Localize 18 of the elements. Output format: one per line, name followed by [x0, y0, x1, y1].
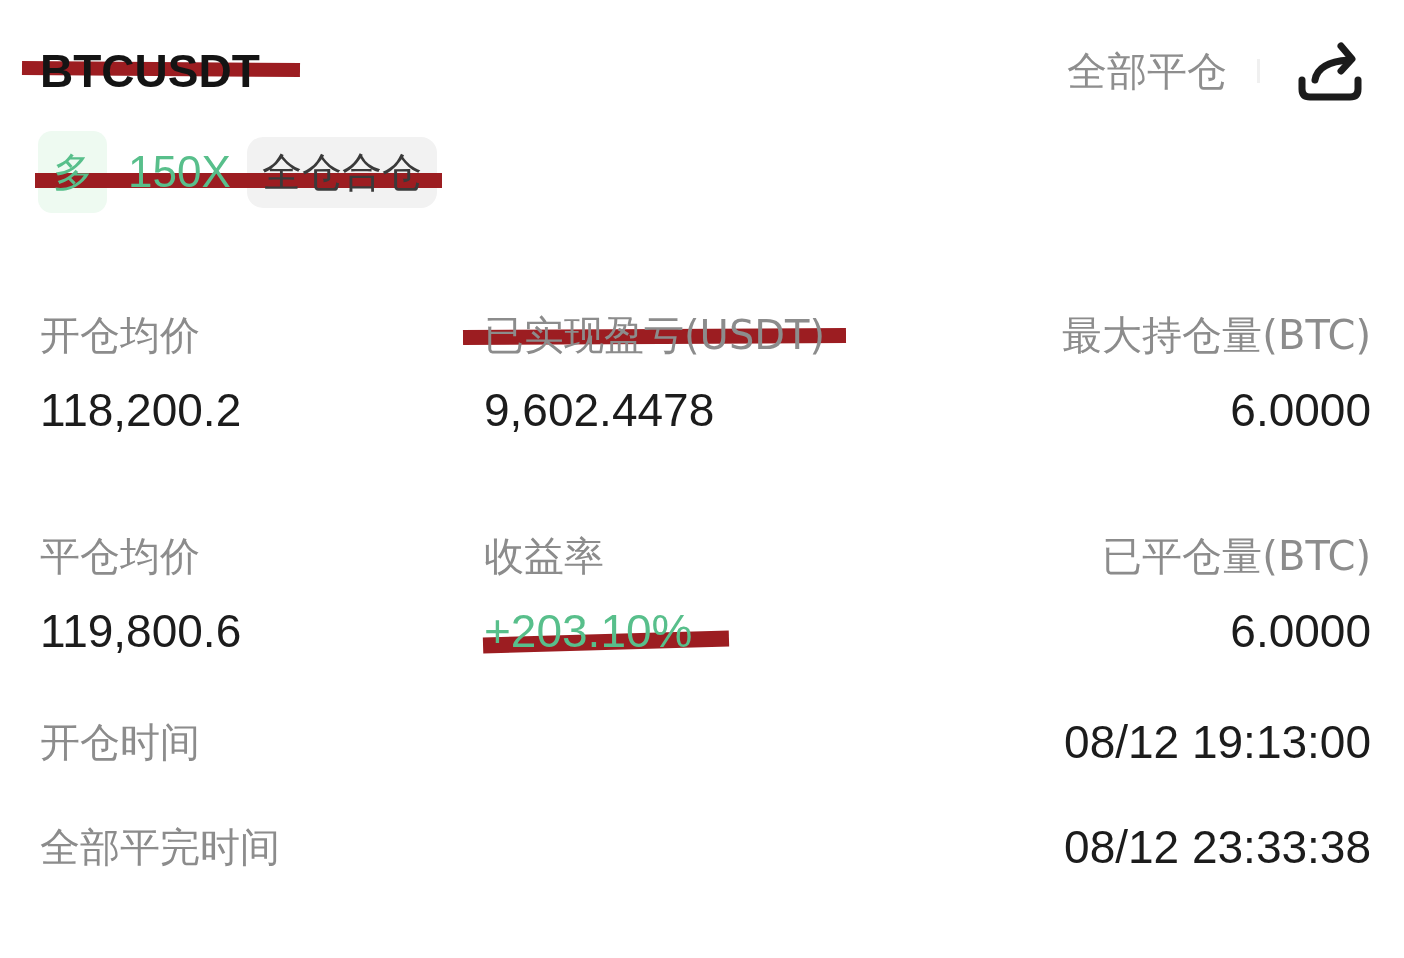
leverage-text: 150X: [128, 150, 231, 194]
stat-value: 6.0000: [1230, 605, 1371, 657]
stat-value: 119,800.6: [40, 605, 242, 657]
stat-value: 6.0000: [1230, 384, 1371, 436]
stat-label: 最大持仓量(BTC): [1062, 312, 1371, 358]
time-label: 全部平完时间: [40, 823, 280, 872]
stat-label: 已平仓量(BTC): [1102, 533, 1371, 579]
stat-label: 平仓均价: [40, 533, 200, 579]
time-value: 08/12 23:33:38: [1064, 820, 1371, 875]
stat-value: 9,602.4478: [484, 384, 715, 436]
share-button[interactable]: [1298, 41, 1362, 101]
stat-value: 118,200.2: [40, 384, 242, 436]
stat-label: 收益率: [484, 533, 604, 579]
stat-label: 开仓均价: [40, 312, 200, 358]
time-label: 开仓时间: [40, 718, 200, 767]
close-all-button[interactable]: 全部平仓: [1067, 47, 1227, 95]
time-value: 08/12 19:13:00: [1064, 715, 1371, 770]
share-icon: [1298, 41, 1362, 101]
